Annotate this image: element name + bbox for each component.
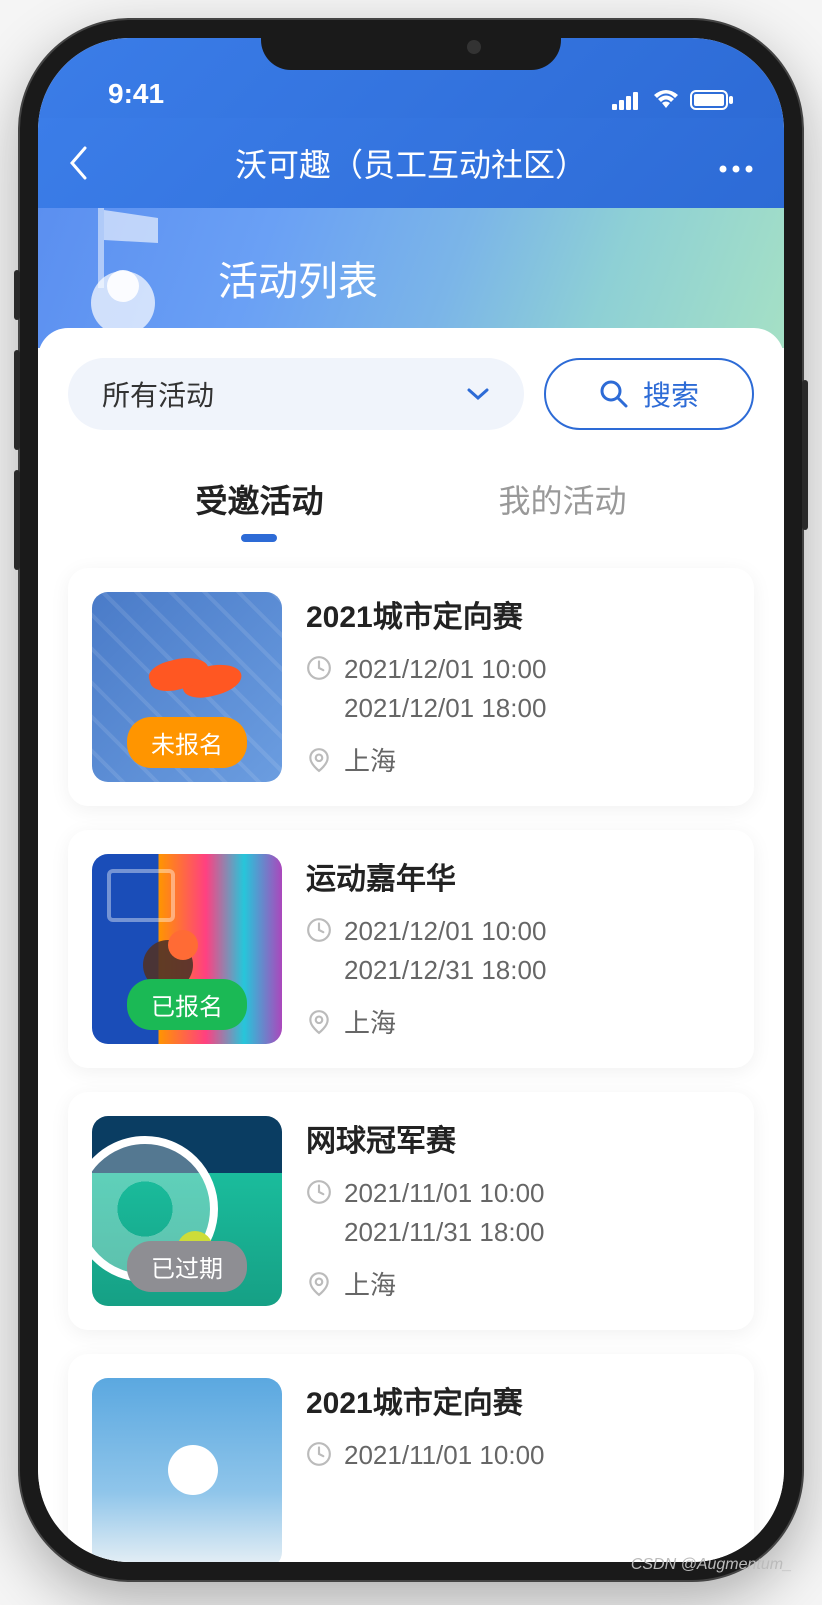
chevron-down-icon xyxy=(466,387,490,401)
event-info: 运动嘉年华 2021/12/01 10:002021/12/31 18:00 上海 xyxy=(306,854,730,1044)
status-badge: 已报名 xyxy=(127,979,247,1030)
event-title: 网球冠军赛 xyxy=(306,1116,730,1160)
event-time: 2021/11/01 10:002021/11/31 18:00 xyxy=(306,1174,730,1252)
event-card[interactable]: 已过期 网球冠军赛 2021/11/01 10:002021/11/31 18:00… xyxy=(68,1092,754,1330)
filter-label: 所有活动 xyxy=(102,374,214,414)
more-button[interactable] xyxy=(714,145,754,182)
event-end: 2021/12/31 18:00 xyxy=(344,951,546,990)
event-info: 2021城市定向赛 2021/12/01 10:002021/12/01 18:0… xyxy=(306,592,730,782)
event-time: 2021/12/01 10:002021/12/01 18:00 xyxy=(306,650,730,728)
content-area: 所有活动 搜索 受邀活动 我的活动 未报名 2021城市定向赛 2021/12/01… xyxy=(38,328,784,1562)
event-time: 2021/12/01 10:002021/12/31 18:00 xyxy=(306,912,730,990)
event-location: 上海 xyxy=(306,1266,730,1305)
event-end: 2021/12/01 18:00 xyxy=(344,689,546,728)
event-title: 运动嘉年华 xyxy=(306,854,730,898)
event-location-text: 上海 xyxy=(344,1266,396,1305)
event-thumbnail: 未报名 xyxy=(92,592,282,782)
clock-icon xyxy=(306,655,332,681)
hero-decoration-icon xyxy=(68,208,208,338)
event-card[interactable]: 未报名 2021城市定向赛 2021/12/01 10:002021/12/01 1… xyxy=(68,568,754,806)
more-icon xyxy=(718,164,754,174)
event-time: 2021/11/01 10:00 xyxy=(306,1436,730,1475)
event-list: 未报名2021城市定向赛2021/12/01 10:002021/12/01 1… xyxy=(68,568,754,1562)
hero-title: 活动列表 xyxy=(218,249,378,307)
search-button[interactable]: 搜索 xyxy=(544,358,754,430)
event-thumbnail: 已过期 xyxy=(92,1116,282,1306)
status-badge: 未报名 xyxy=(127,717,247,768)
event-info: 2021城市定向赛 2021/11/01 10:00 xyxy=(306,1378,730,1562)
location-icon xyxy=(306,1271,332,1297)
event-start: 2021/12/01 10:00 xyxy=(344,912,546,951)
back-button[interactable] xyxy=(68,146,108,180)
nav-title: 沃可趣（员工互动社区） xyxy=(108,140,714,186)
search-label: 搜索 xyxy=(643,374,699,414)
hero-banner: 活动列表 xyxy=(38,208,784,348)
clock-icon xyxy=(306,1179,332,1205)
status-badge: 已过期 xyxy=(127,1241,247,1292)
event-location: 上海 xyxy=(306,1004,730,1043)
event-location-text: 上海 xyxy=(344,742,396,781)
location-icon xyxy=(306,747,332,773)
battery-icon xyxy=(690,90,734,110)
filter-dropdown[interactable]: 所有活动 xyxy=(68,358,524,430)
chevron-left-icon xyxy=(68,146,88,180)
event-title: 2021城市定向赛 xyxy=(306,1378,730,1422)
location-icon xyxy=(306,1009,332,1035)
event-location: 上海 xyxy=(306,742,730,781)
event-end: 2021/11/31 18:00 xyxy=(344,1213,544,1252)
clock-icon xyxy=(306,917,332,943)
event-start: 2021/12/01 10:00 xyxy=(344,650,546,689)
tabs: 受邀活动 我的活动 xyxy=(68,460,754,538)
event-card[interactable]: 2021城市定向赛 2021/11/01 10:00 xyxy=(68,1354,754,1562)
event-card[interactable]: 已报名 运动嘉年华 2021/12/01 10:002021/12/31 18:00… xyxy=(68,830,754,1068)
watermark: CSDN @Augmentum_ xyxy=(631,1556,792,1574)
event-start: 2021/11/01 10:00 xyxy=(344,1174,544,1213)
event-thumbnail xyxy=(92,1378,282,1562)
nav-bar: 沃可趣（员工互动社区） xyxy=(38,118,784,208)
clock-icon xyxy=(306,1441,332,1467)
event-start: 2021/11/01 10:00 xyxy=(344,1436,544,1475)
event-thumbnail: 已报名 xyxy=(92,854,282,1044)
event-title: 2021城市定向赛 xyxy=(306,592,730,636)
wifi-icon xyxy=(652,90,680,110)
event-info: 网球冠军赛 2021/11/01 10:002021/11/31 18:00 上海 xyxy=(306,1116,730,1306)
signal-icon xyxy=(612,90,642,110)
status-time: 9:41 xyxy=(108,78,164,110)
tab-invited[interactable]: 受邀活动 xyxy=(195,460,323,538)
event-location-text: 上海 xyxy=(344,1004,396,1043)
tab-mine[interactable]: 我的活动 xyxy=(498,460,626,538)
search-icon xyxy=(599,379,629,409)
status-icons xyxy=(612,90,734,110)
